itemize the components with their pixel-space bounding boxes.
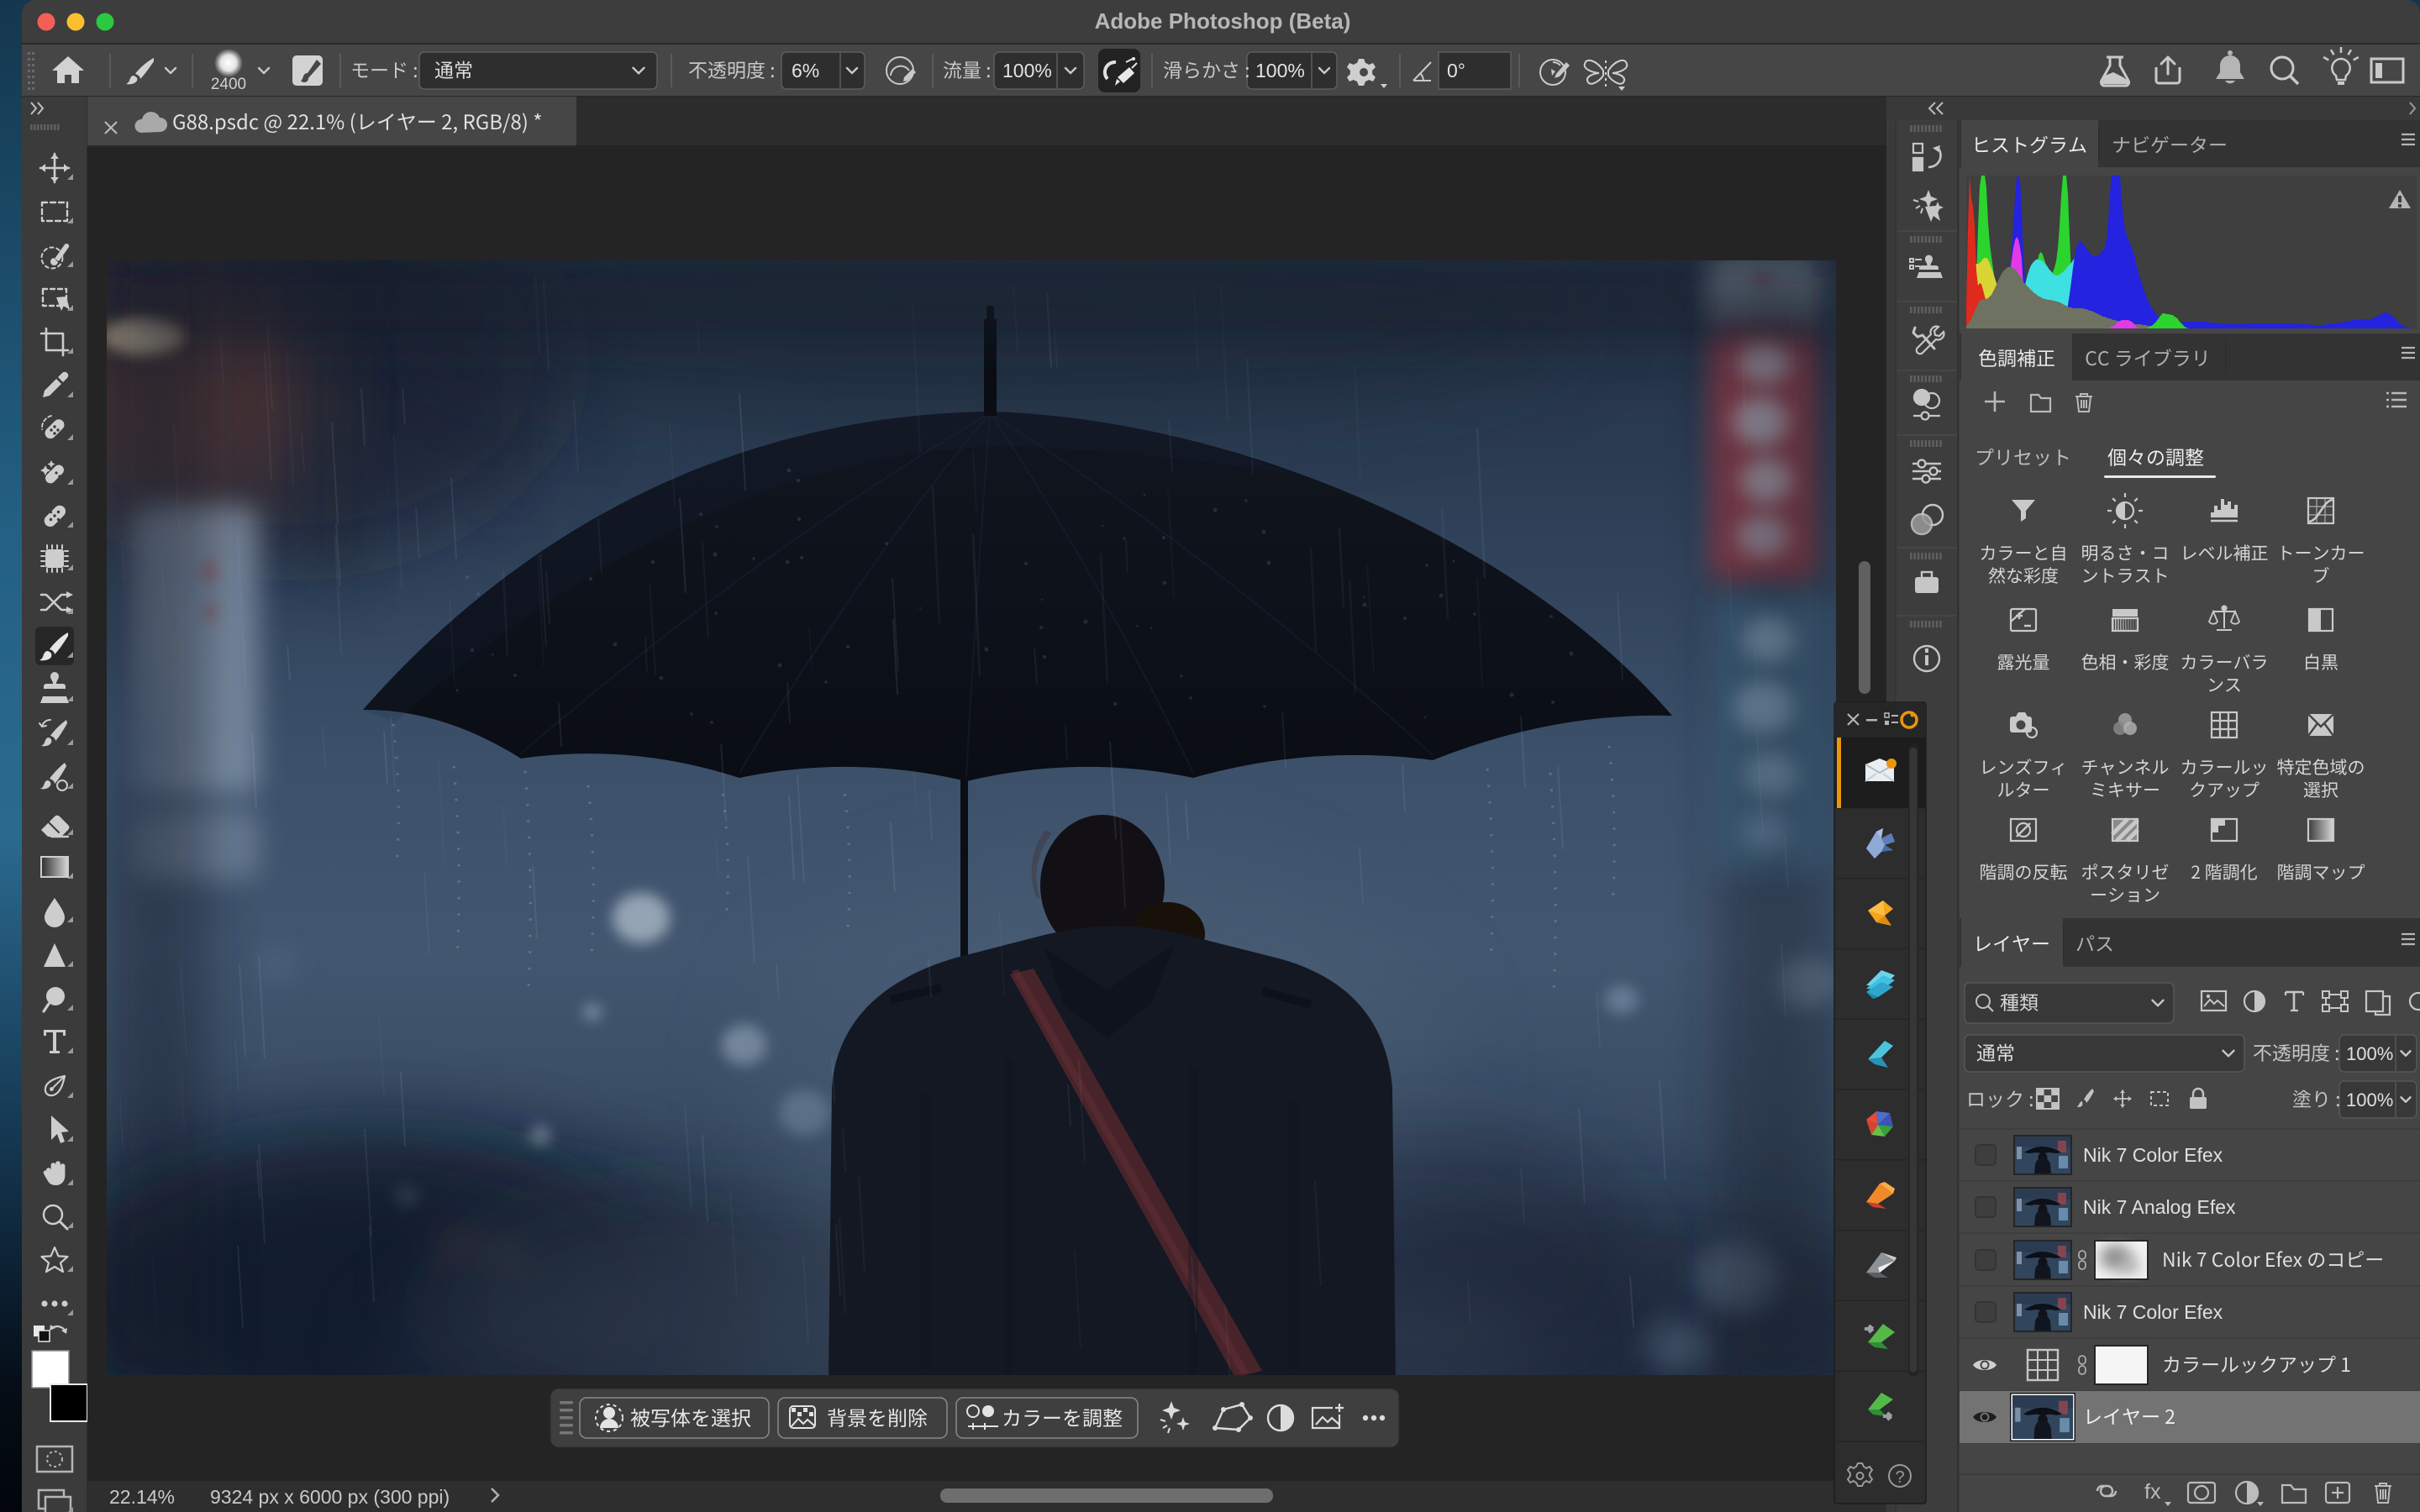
svg-text:Adobe Photoshop (Beta): Adobe Photoshop (Beta): [1095, 8, 1351, 34]
svg-text:9324 px x 6000 px (300 ppi): 9324 px x 6000 px (300 ppi): [210, 1486, 450, 1508]
svg-text:22.14%: 22.14%: [109, 1486, 175, 1508]
svg-text:0°: 0°: [1447, 60, 1465, 81]
svg-text:100%: 100%: [2346, 1089, 2393, 1110]
svg-text:Nik 7 Color Efex: Nik 7 Color Efex: [2083, 1144, 2223, 1166]
svg-text:100%: 100%: [1002, 60, 1052, 81]
svg-text:fx: fx: [2144, 1480, 2161, 1504]
svg-text:?: ?: [1895, 1468, 1904, 1487]
svg-text:Nik 7 Color Efex: Nik 7 Color Efex: [2083, 1301, 2223, 1323]
svg-text:2400: 2400: [211, 76, 246, 93]
svg-text:Nik 7 Analog Efex: Nik 7 Analog Efex: [2083, 1196, 2236, 1218]
svg-text:100%: 100%: [1255, 60, 1305, 81]
svg-text:6%: 6%: [792, 60, 819, 81]
svg-text:100%: 100%: [2346, 1043, 2393, 1064]
